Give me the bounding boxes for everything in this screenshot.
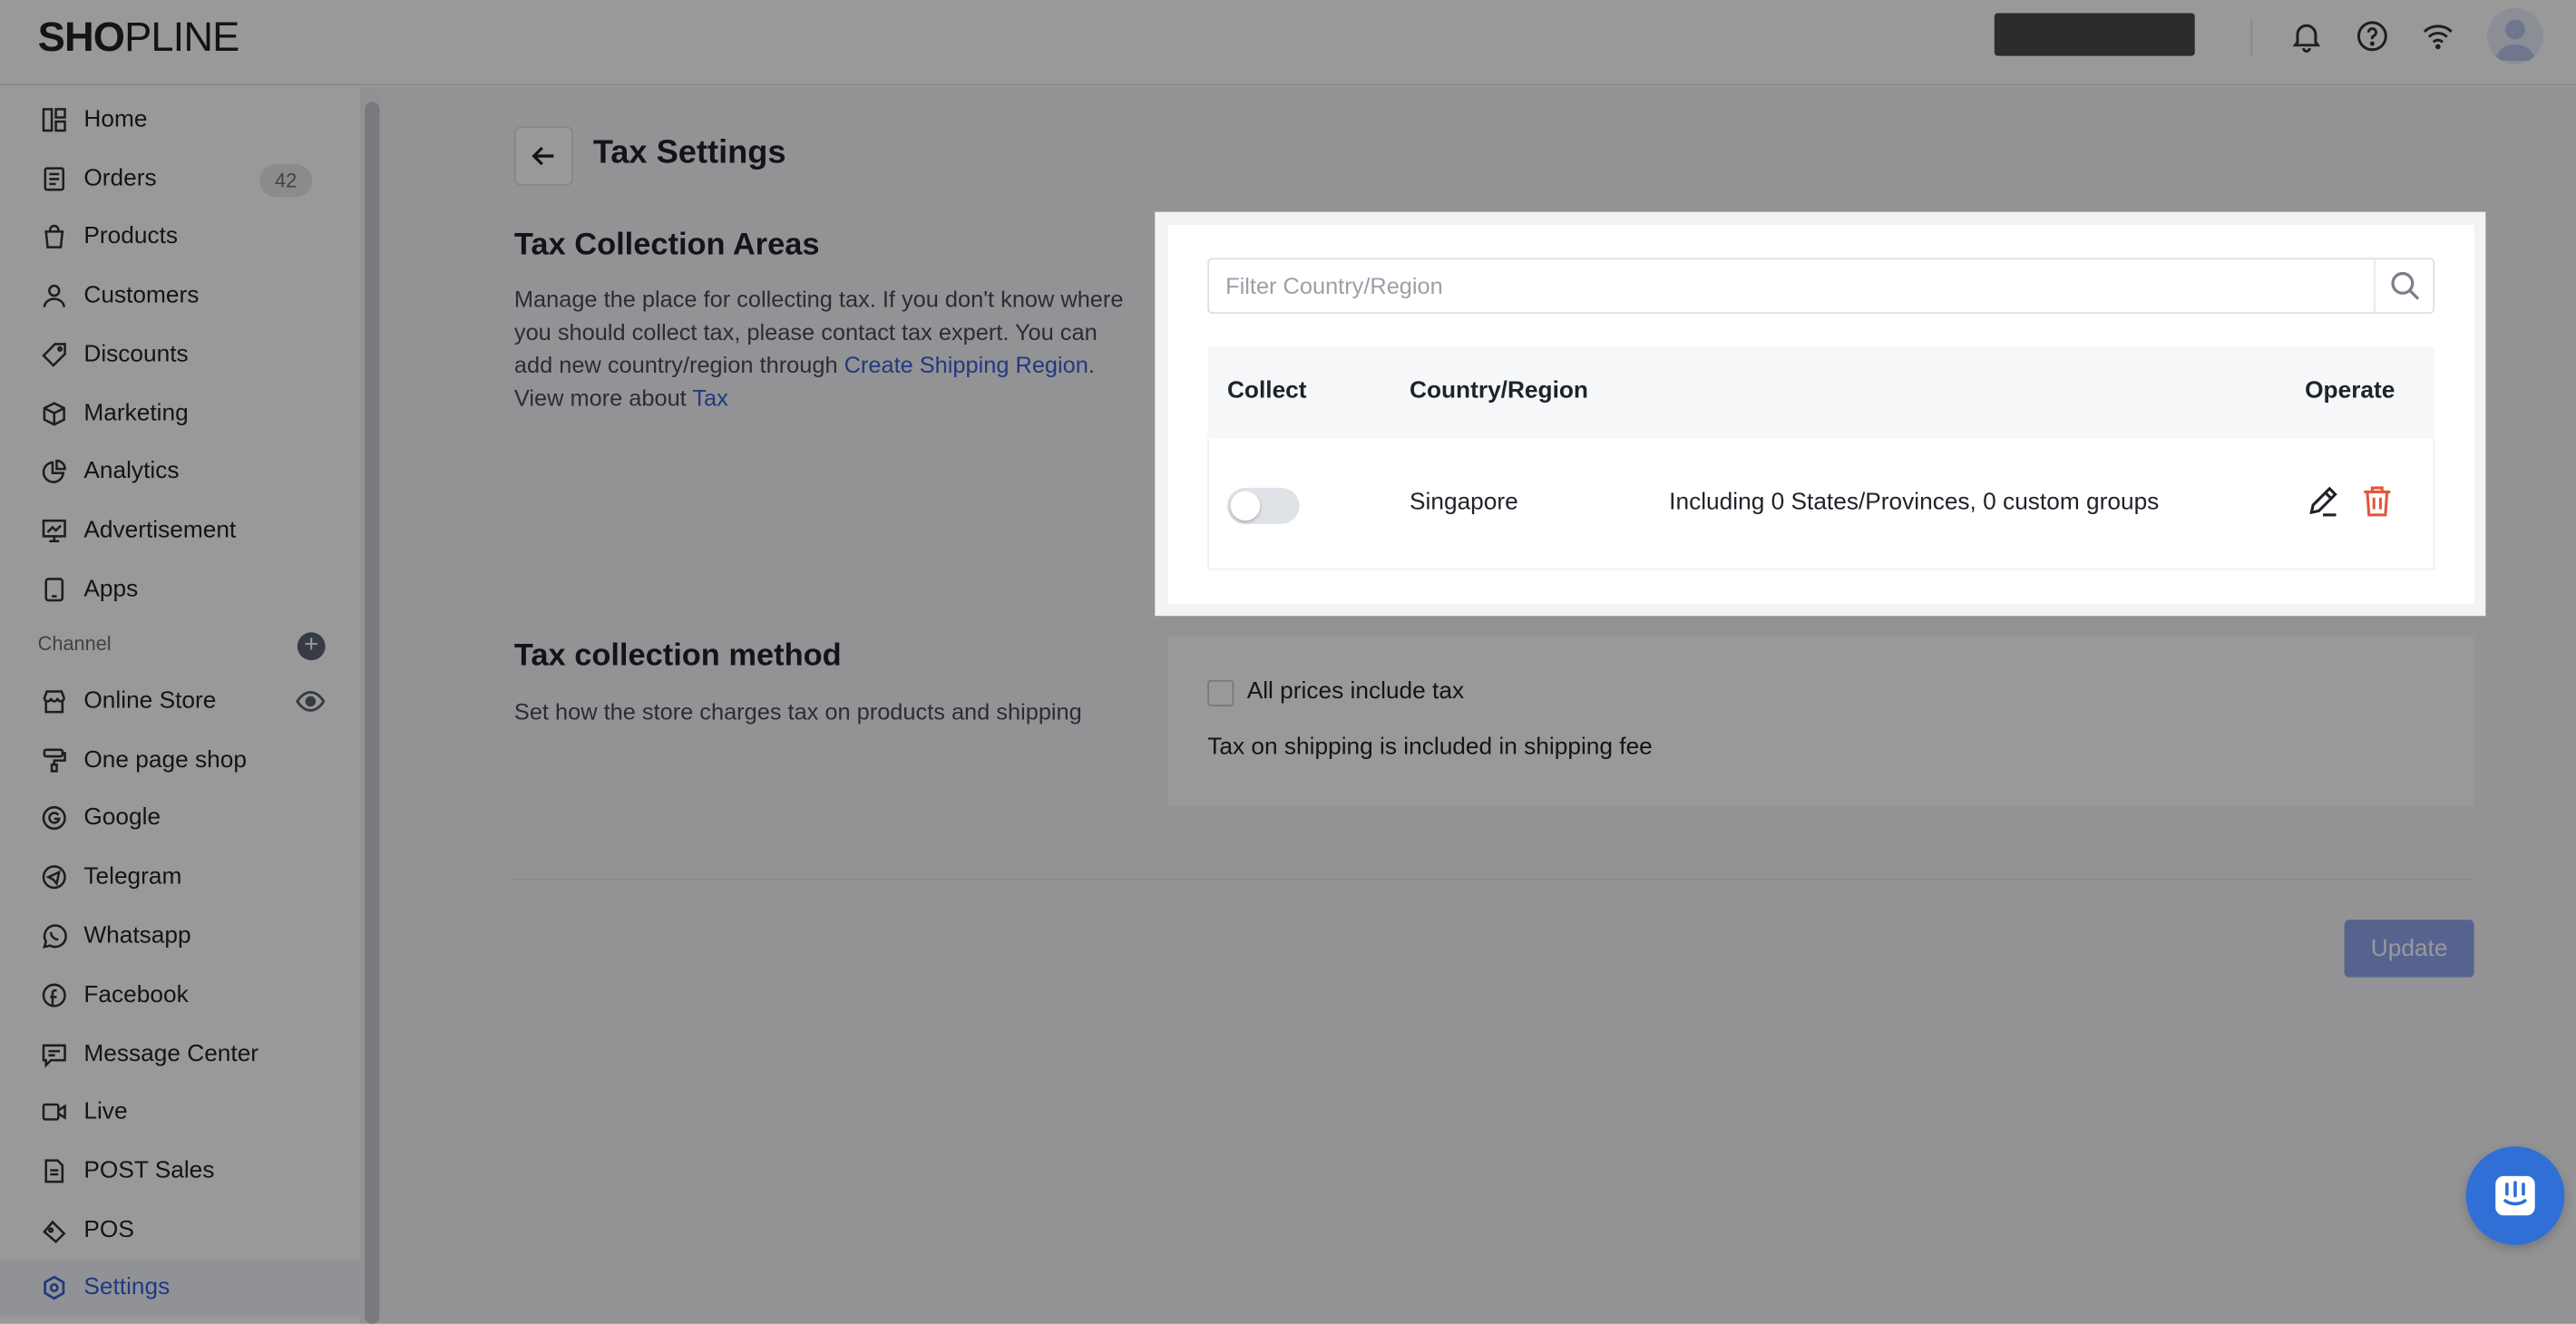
filter-country-input[interactable] xyxy=(1225,259,2359,313)
filter-country-field xyxy=(1207,258,2435,314)
column-header-collect: Collect xyxy=(1226,377,1307,404)
chat-icon xyxy=(2495,1175,2535,1216)
collect-toggle[interactable] xyxy=(1226,487,1300,524)
edit-icon[interactable] xyxy=(2305,482,2341,519)
toggle-knob xyxy=(1230,491,1261,521)
chat-support-button[interactable] xyxy=(2465,1146,2565,1245)
table-header xyxy=(1207,346,2435,439)
column-header-operate: Operate xyxy=(2305,377,2395,404)
search-button[interactable] xyxy=(2374,259,2433,313)
region-detail: Including 0 States/Provinces, 0 custom g… xyxy=(1669,489,2160,516)
country-name: Singapore xyxy=(1410,489,1518,516)
column-header-country: Country/Region xyxy=(1410,377,1588,404)
guide-overlay-mask xyxy=(0,0,2576,1324)
search-icon xyxy=(2390,271,2419,300)
delete-icon[interactable] xyxy=(2359,482,2395,519)
